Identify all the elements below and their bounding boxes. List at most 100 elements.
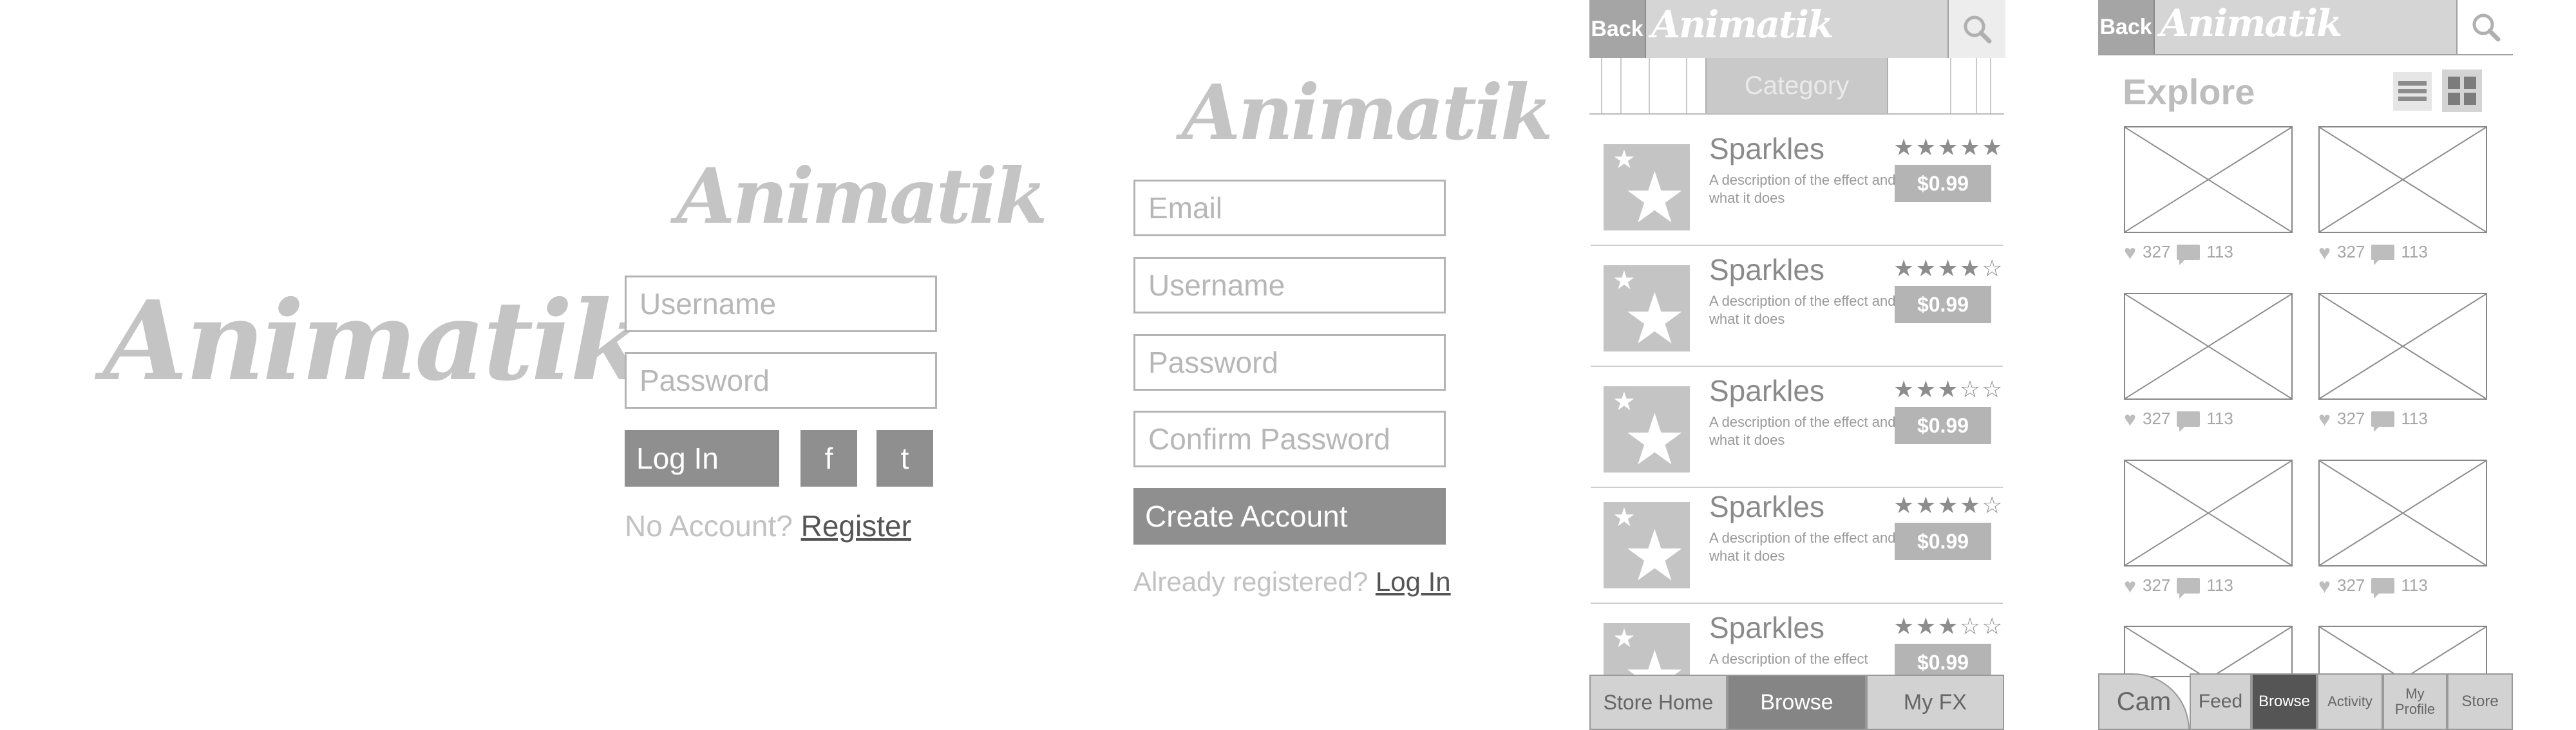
signup-username-field[interactable]: Username: [1133, 257, 1446, 314]
price-button[interactable]: $0.99: [1895, 407, 1991, 444]
list-item[interactable]: ★ ★ Sparkles A description of the effect ★★★…: [1591, 610, 2003, 709]
comment-icon[interactable]: [2371, 411, 2395, 432]
heart-icon[interactable]: ♥: [2318, 576, 2331, 596]
star-icon: ★: [1623, 158, 1687, 231]
explore-search-button[interactable]: [2456, 0, 2514, 54]
image-placeholder[interactable]: [2318, 460, 2487, 566]
store-bar-logo: Animatik: [1651, 3, 1833, 46]
image-placeholder[interactable]: [2318, 293, 2487, 400]
explore-title: Explore: [2123, 71, 2255, 112]
likes-count: 327: [2337, 576, 2365, 595]
login-logo: Animatik: [676, 151, 1048, 241]
price-button[interactable]: $0.99: [1895, 165, 1991, 202]
signup-password-field[interactable]: Password: [1133, 334, 1446, 391]
list-item[interactable]: ★ ★ Sparkles A description of the effect an…: [1591, 489, 2003, 604]
explore-back-button[interactable]: Back: [2098, 0, 2155, 54]
grid-view-button[interactable]: [2442, 70, 2482, 112]
placeholder-cross: [2125, 294, 2291, 398]
already-registered-text: Already registered?: [1133, 566, 1368, 597]
comments-count: 113: [2401, 576, 2428, 595]
likes-count: 327: [2337, 242, 2365, 261]
effect-thumbnail: ★ ★: [1604, 265, 1690, 351]
rating-stars: ★★★☆☆: [1893, 376, 2004, 402]
item-description: A description of the effect: [1709, 651, 1868, 667]
rating-stars: ★★★★★: [1893, 134, 2004, 160]
search-icon: [1964, 15, 1992, 44]
likes-count: 327: [2143, 409, 2171, 428]
tile-stats: ♥ 327 113: [2124, 242, 2233, 265]
category-strip[interactable]: Category: [1589, 58, 2004, 115]
image-placeholder[interactable]: [2318, 626, 2487, 677]
store-search-button[interactable]: [1947, 0, 2005, 58]
item-title: Sparkles: [1709, 611, 1824, 644]
grid-view-icon: [2448, 77, 2476, 105]
create-account-button[interactable]: Create Account: [1133, 488, 1446, 545]
email-field[interactable]: Email: [1133, 180, 1446, 236]
tab-cam[interactable]: Cam: [2098, 673, 2190, 730]
comments-count: 113: [2401, 409, 2428, 428]
tab-my-profile[interactable]: My Profile: [2383, 673, 2447, 730]
login-button[interactable]: Log In: [625, 430, 779, 487]
no-account-text: No Account?: [625, 509, 793, 543]
comments-count: 113: [2206, 576, 2233, 595]
image-placeholder[interactable]: [2124, 626, 2293, 677]
comment-icon[interactable]: [2177, 411, 2201, 432]
register-link[interactable]: Register: [801, 509, 911, 543]
list-item[interactable]: ★ ★ Sparkles A description of the effect an…: [1591, 131, 2003, 246]
placeholder-cross: [2320, 127, 2486, 232]
facebook-button[interactable]: f: [800, 430, 857, 487]
item-description: A description of the effect and what it …: [1709, 530, 1896, 564]
list-view-button[interactable]: [2393, 72, 2432, 111]
heart-icon[interactable]: ♥: [2318, 242, 2331, 263]
rating-stars: ★★★★☆: [1893, 492, 2004, 518]
item-description: A description of the effect and what it …: [1709, 293, 1896, 327]
twitter-button[interactable]: t: [876, 430, 933, 487]
comment-icon[interactable]: [2177, 577, 2201, 599]
list-item[interactable]: ★ ★ Sparkles A description of the effect an…: [1591, 373, 2003, 488]
star-icon: ★: [1623, 516, 1687, 589]
star-icon: ★: [1623, 279, 1687, 352]
username-field[interactable]: Username: [625, 276, 937, 332]
confirm-password-field[interactable]: Confirm Password: [1133, 411, 1446, 467]
store-top-bar: Back Animatik: [1589, 0, 2005, 59]
image-placeholder[interactable]: [2318, 126, 2487, 233]
comment-icon[interactable]: [2371, 244, 2395, 265]
tab-feed[interactable]: Feed: [2190, 673, 2251, 730]
list-item[interactable]: ★ ★ Sparkles A description of the effect an…: [1591, 252, 2003, 367]
comments-count: 113: [2401, 242, 2428, 261]
likes-count: 327: [2337, 409, 2365, 428]
store-back-button[interactable]: Back: [1589, 0, 1646, 58]
item-title: Sparkles: [1709, 490, 1824, 523]
tile-stats: ♥ 327 113: [2124, 576, 2233, 599]
price-button[interactable]: $0.99: [1895, 286, 1991, 323]
explore-bar-logo: Animatik: [2160, 1, 2342, 45]
category-tab[interactable]: Category: [1705, 58, 1888, 113]
item-title: Sparkles: [1709, 132, 1824, 165]
heart-icon[interactable]: ♥: [2124, 409, 2136, 429]
heart-icon[interactable]: ♥: [2124, 576, 2136, 596]
already-registered-line: Already registered? Log In: [1133, 566, 1451, 597]
tab-store[interactable]: Store: [2447, 673, 2513, 730]
tab-browse[interactable]: Browse: [1727, 675, 1866, 730]
login-link[interactable]: Log In: [1376, 566, 1451, 597]
image-placeholder[interactable]: [2124, 126, 2293, 233]
tab-explore-browse[interactable]: Browse: [2251, 673, 2317, 730]
tab-store-home[interactable]: Store Home: [1589, 675, 1727, 730]
list-view-icon: [2398, 81, 2427, 101]
star-icon: ★: [1623, 400, 1687, 473]
effect-thumbnail: ★ ★: [1604, 144, 1690, 230]
tile-stats: ♥ 327 113: [2318, 409, 2428, 432]
item-title: Sparkles: [1709, 253, 1824, 286]
tab-my-fx[interactable]: My FX: [1866, 675, 2004, 730]
image-placeholder[interactable]: [2124, 460, 2293, 566]
price-button[interactable]: $0.99: [1895, 523, 1991, 560]
comment-icon[interactable]: [2177, 244, 2201, 265]
heart-icon[interactable]: ♥: [2124, 242, 2136, 263]
password-field[interactable]: Password: [625, 352, 937, 409]
comment-icon[interactable]: [2371, 577, 2395, 599]
placeholder-cross: [2320, 627, 2486, 676]
image-placeholder[interactable]: [2124, 293, 2293, 400]
rating-stars: ★★★★☆: [1893, 255, 2004, 281]
heart-icon[interactable]: ♥: [2318, 409, 2331, 429]
tab-activity[interactable]: Activity: [2317, 673, 2383, 730]
